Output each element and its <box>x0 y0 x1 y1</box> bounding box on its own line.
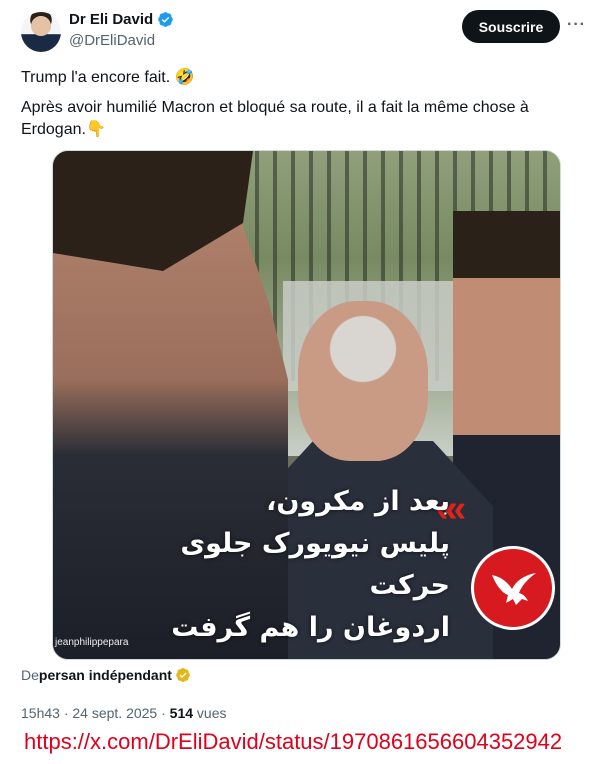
video-caption-overlay: بعد از مکرون، پلیس نیویورک جلوی حرکت ارد… <box>170 481 450 649</box>
tweet-meta: 15h43 · 24 sept. 2025 · 514 vues <box>21 705 227 721</box>
eagle-logo-icon <box>471 546 555 630</box>
avatar[interactable] <box>21 12 61 52</box>
tweet-card: Dr Eli David @DrEliDavid Souscrire ··· T… <box>0 0 614 764</box>
tweet-timestamp[interactable]: 15h43 · 24 sept. 2025 · <box>21 705 170 721</box>
tweet-text-line-1: Trump l'a encore fait. 🤣 <box>21 69 195 86</box>
eagle-icon <box>492 573 536 605</box>
author-name-row: Dr Eli David <box>69 11 174 28</box>
tweet-text-line-2: Après avoir humilié Macron et bloqué sa … <box>21 99 529 138</box>
source-prefix: De <box>21 667 39 683</box>
source-account-link[interactable]: persan indépendant <box>39 667 172 683</box>
views-label: vues <box>193 705 227 721</box>
caption-line-2: پلیس نیویورک جلوی حرکت <box>180 528 450 601</box>
video-media[interactable]: «« بعد از مکرون، پلیس نیویورک جلوی حرکت … <box>52 150 561 660</box>
subscribe-button[interactable]: Souscrire <box>462 10 560 43</box>
author-display-name[interactable]: Dr Eli David <box>69 11 153 28</box>
tweet-url[interactable]: https://x.com/DrEliDavid/status/19708616… <box>24 729 562 755</box>
caption-line-1: بعد از مکرون، <box>266 486 450 517</box>
views-count: 514 <box>169 705 194 721</box>
caption-line-3: اردوغان را هم گرفت <box>171 612 450 643</box>
more-options-icon[interactable]: ··· <box>567 16 586 34</box>
author-handle[interactable]: @DrEliDavid <box>69 32 155 49</box>
video-watermark: jeanphilippepara <box>55 637 129 648</box>
source-attribution: De persan indépendant <box>21 667 191 683</box>
erdogan-head <box>298 301 428 461</box>
verified-badge-icon <box>158 12 173 27</box>
gold-verified-badge-icon <box>176 668 190 682</box>
